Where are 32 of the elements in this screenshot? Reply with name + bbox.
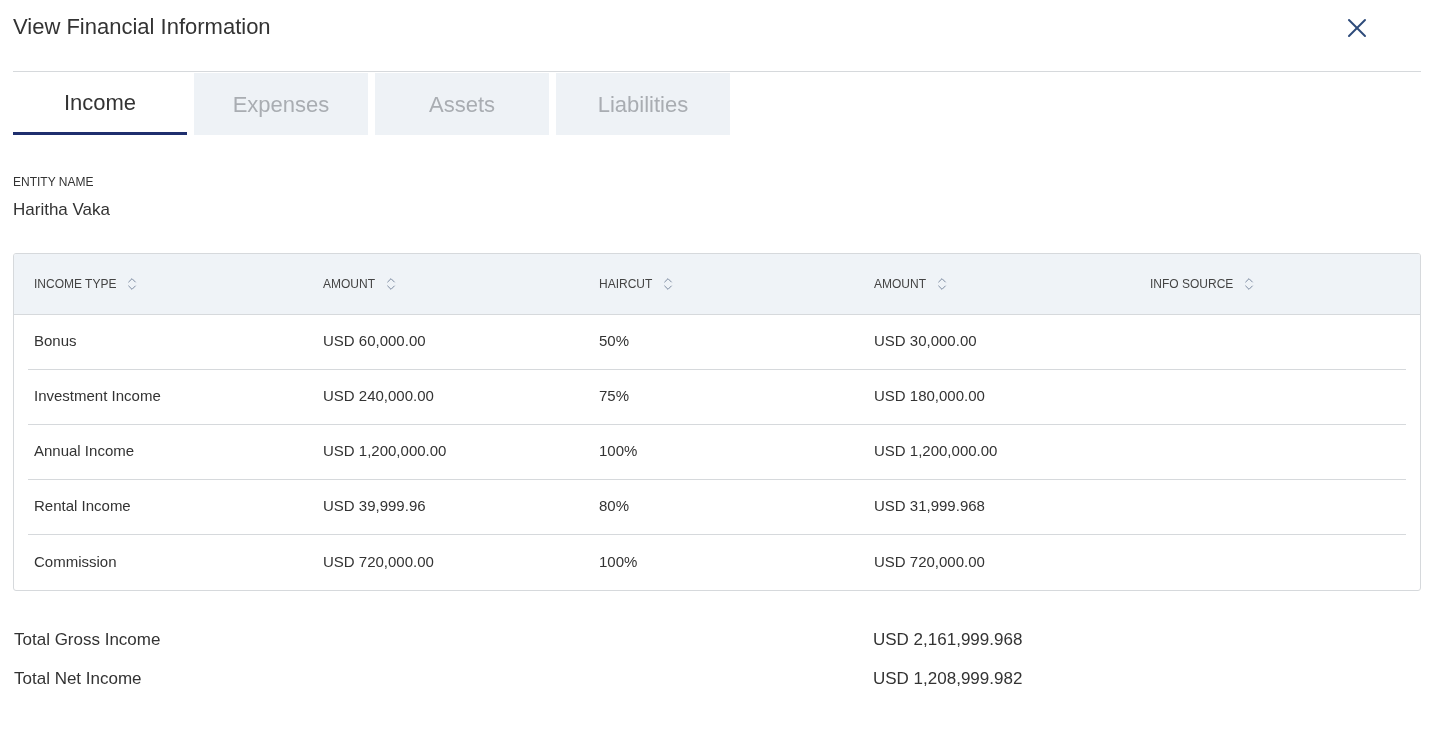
total-label: Total Gross Income xyxy=(14,628,162,651)
entity-name: Haritha Vaka xyxy=(13,199,111,221)
field-label: ENTITY NAME xyxy=(13,174,95,191)
table-cell-text: USD 1,200,000.00 xyxy=(874,441,999,462)
total-label: Total Net Income xyxy=(14,668,143,690)
table-cell-text: USD 720,000.00 xyxy=(874,551,986,572)
table-cell-text: 100% xyxy=(599,441,639,462)
table-cell-text: 50% xyxy=(599,331,631,352)
table-cell-text: Rental Income xyxy=(34,496,132,517)
column-header[interactable]: HAIRCUT xyxy=(599,274,653,293)
table-cell-text: USD 31,999.968 xyxy=(874,496,986,517)
dialog-title: View Financial Information xyxy=(13,13,271,41)
total-value: USD 2,161,999.968 xyxy=(873,628,1024,651)
column-header[interactable]: AMOUNT xyxy=(323,274,375,293)
table-cell-text: USD 30,000.00 xyxy=(874,331,978,352)
total-value: USD 1,208,999.982 xyxy=(873,668,1024,690)
table-cell-text: USD 720,000.00 xyxy=(323,551,435,572)
table-cell-text: USD 39,999.96 xyxy=(323,496,427,517)
column-header[interactable]: INCOME TYPE xyxy=(34,274,117,293)
table-cell-text: 80% xyxy=(599,496,631,517)
table-cell-text: Annual Income xyxy=(34,441,136,462)
table-cell-text: USD 60,000.00 xyxy=(323,331,427,352)
table-cell-text: 100% xyxy=(599,551,639,572)
column-header[interactable]: AMOUNT xyxy=(874,274,926,293)
table-cell-text: 75% xyxy=(599,386,631,407)
column-header[interactable]: INFO SOURCE xyxy=(1150,274,1234,293)
table-cell-text: USD 180,000.00 xyxy=(874,386,986,407)
table-cell-text: Commission xyxy=(34,551,118,572)
table-cell-text: USD 240,000.00 xyxy=(323,386,435,407)
table-cell-text: USD 1,200,000.00 xyxy=(323,441,448,462)
table-cell-text: Investment Income xyxy=(34,386,162,407)
table-cell-text: Bonus xyxy=(34,331,78,352)
